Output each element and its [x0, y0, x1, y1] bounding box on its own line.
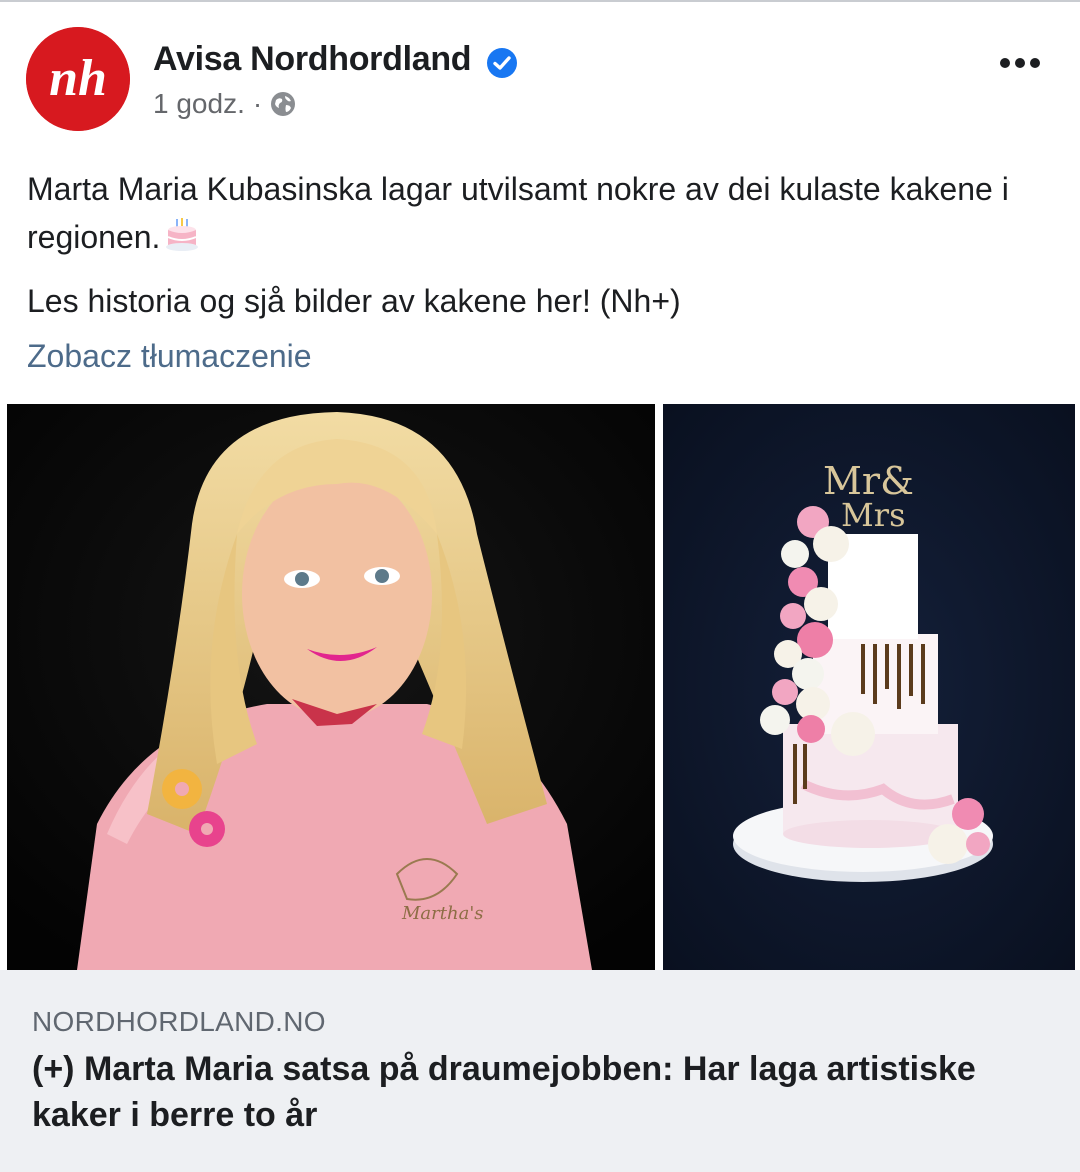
post-photo-baker[interactable]: Martha's	[7, 404, 655, 970]
globe-icon	[271, 92, 296, 116]
post-paragraph: Les historia og sjå bilder av kakene her…	[27, 283, 681, 319]
see-translation-link[interactable]: Zobacz tłumaczenie	[27, 338, 312, 375]
link-title[interactable]: (+) Marta Maria satsa på draumejobben: H…	[32, 1046, 1032, 1138]
page-avatar[interactable]: nh	[26, 27, 130, 131]
baker-photo-illustration: Martha's	[7, 404, 655, 970]
link-domain: NORDHORDLAND.NO	[32, 1006, 326, 1037]
more-dot	[1030, 58, 1040, 68]
page-name[interactable]: Avisa Nordhordland	[153, 40, 472, 79]
more-dot	[1015, 58, 1025, 68]
post-meta: 1 godz. ·	[153, 88, 296, 120]
cake-photo-illustration: Mr& Mrs	[663, 404, 1075, 970]
svg-text:Mrs: Mrs	[841, 496, 905, 534]
nh-logo: nh	[26, 27, 130, 131]
birthday-cake-emoji	[166, 218, 199, 251]
post-body: Marta Maria Kubasinska lagar utvilsamt n…	[27, 165, 1057, 325]
post-paragraph: Marta Maria Kubasinska lagar utvilsamt n…	[27, 165, 1057, 261]
meta-separator: ·	[252, 88, 263, 119]
post-header: nh Avisa Nordhordland 1 godz. ·	[0, 0, 1080, 150]
more-dot	[1000, 58, 1010, 68]
post-time[interactable]: 1 godz.	[153, 88, 245, 120]
svg-text:Martha's: Martha's	[401, 903, 484, 924]
svg-text:nh: nh	[49, 50, 107, 107]
verified-badge-icon	[487, 48, 517, 78]
post-photo-cake[interactable]: Mr& Mrs	[663, 404, 1075, 970]
more-options-icon[interactable]	[1000, 58, 1040, 68]
